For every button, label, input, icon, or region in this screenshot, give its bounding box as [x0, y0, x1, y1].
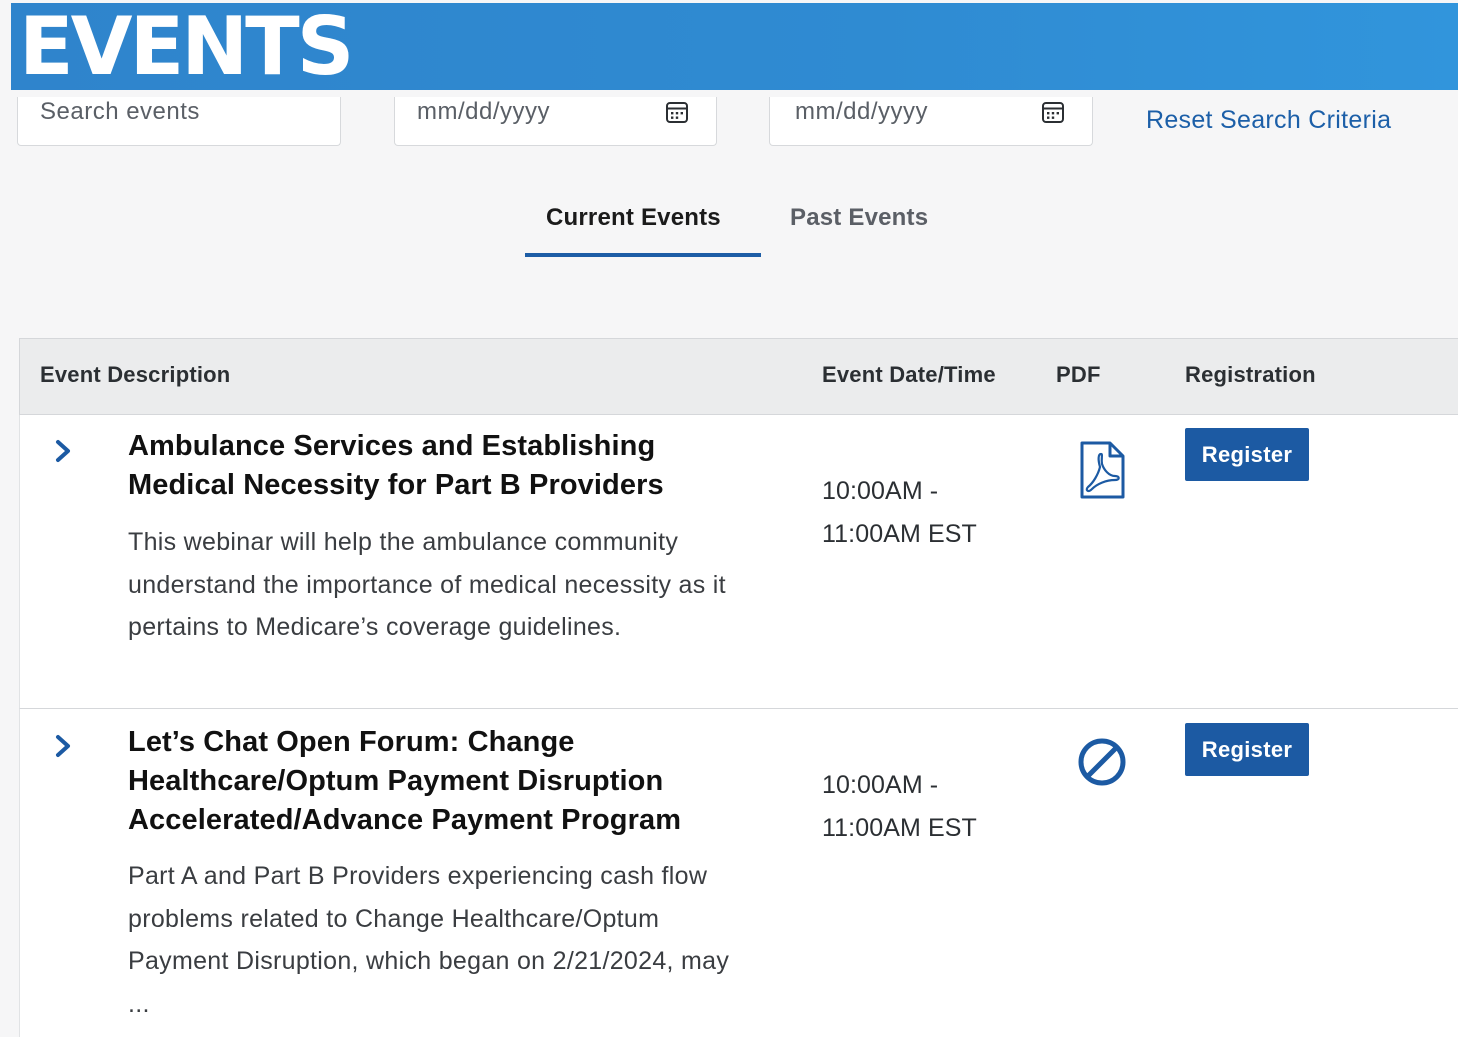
- event-description: This webinar will help the ambulance com…: [128, 528, 726, 641]
- events-table: Event Description Event Date/Time PDF Re…: [19, 338, 1458, 1037]
- end-date-placeholder: mm/dd/yyyy: [795, 98, 929, 125]
- table-header: Event Description Event Date/Time PDF Re…: [19, 338, 1458, 415]
- event-title[interactable]: Ambulance Services and Establishing Medi…: [128, 427, 768, 505]
- tab-past-events[interactable]: Past Events: [790, 204, 928, 232]
- banner-title: EVENTS: [19, 3, 354, 90]
- events-page: EVENTS Search events mm/dd/yyyy mm/dd/yy…: [0, 0, 1458, 1037]
- event-description: Part A and Part B Providers experiencing…: [128, 862, 730, 1018]
- start-date-placeholder: mm/dd/yyyy: [417, 98, 551, 125]
- pdf-file-icon[interactable]: [1076, 440, 1128, 500]
- start-date-field[interactable]: mm/dd/yyyy: [394, 97, 717, 146]
- header-event-datetime: Event Date/Time: [822, 362, 996, 387]
- not-available-icon: [1078, 738, 1126, 786]
- event-time: 10:00AM - 11:00AM EST: [822, 771, 977, 842]
- active-tab-indicator: [525, 253, 761, 257]
- calendar-icon[interactable]: [665, 100, 689, 124]
- reset-search-link[interactable]: Reset Search Criteria: [1146, 106, 1391, 135]
- chevron-right-icon[interactable]: [54, 438, 74, 464]
- table-row: Ambulance Services and Establishing Medi…: [19, 415, 1458, 709]
- chevron-right-icon[interactable]: [54, 733, 74, 759]
- header-event-description: Event Description: [40, 362, 231, 387]
- event-time: 10:00AM - 11:00AM EST: [822, 477, 977, 548]
- calendar-icon[interactable]: [1041, 100, 1065, 124]
- table-row: Let’s Chat Open Forum: Change Healthcare…: [19, 709, 1458, 1037]
- event-title[interactable]: Let’s Chat Open Forum: Change Healthcare…: [128, 723, 768, 840]
- search-input[interactable]: Search events: [17, 97, 341, 146]
- header-registration: Registration: [1185, 362, 1316, 387]
- register-button[interactable]: Register: [1185, 428, 1309, 481]
- register-button[interactable]: Register: [1185, 723, 1309, 776]
- search-placeholder: Search events: [40, 98, 200, 125]
- header-pdf: PDF: [1056, 362, 1101, 387]
- end-date-field[interactable]: mm/dd/yyyy: [769, 97, 1093, 146]
- tab-current-events[interactable]: Current Events: [546, 204, 721, 232]
- events-banner: EVENTS: [11, 3, 1458, 90]
